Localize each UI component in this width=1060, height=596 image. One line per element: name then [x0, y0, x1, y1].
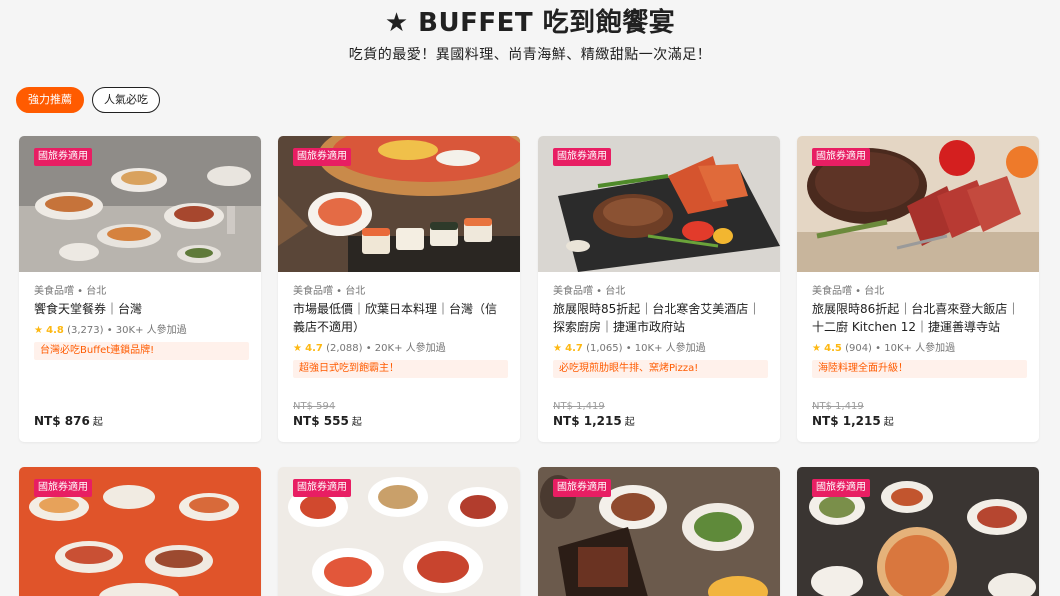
travel-voucher-badge: 國旅券適用 — [34, 148, 92, 166]
product-card[interactable]: 國旅券適用 — [797, 467, 1039, 596]
product-category: 美食品嚐 • 台北 — [812, 286, 885, 297]
star-icon: ★ — [293, 343, 302, 354]
product-title[interactable]: 旅展限時85折起｜台北寒舍艾美酒店｜探索廚房｜捷運市政府站 — [553, 300, 768, 336]
product-card[interactable]: 國旅券適用 — [19, 467, 261, 596]
original-price: NT$ 1,419 — [812, 401, 864, 412]
product-card[interactable]: 國旅券適用 — [538, 467, 780, 596]
price: NT$ 1,215 起 — [553, 413, 635, 428]
price-suffix: 起 — [92, 417, 103, 428]
price-value: NT$ 1,215 — [812, 414, 881, 428]
promo-tag: 台灣必吃Buffet連鎖品牌! — [34, 342, 249, 360]
price-suffix: 起 — [351, 417, 362, 428]
product-category: 美食品嚐 • 台北 — [553, 286, 626, 297]
product-card[interactable]: 國旅券適用 美食品嚐 • 台北 市場最低價｜欣葉日本料理｜台灣（信義店不適用） … — [278, 136, 520, 442]
promo-tag: 超強日式吃到飽霸主！ — [293, 360, 508, 378]
booked-count: 10K+ 人參加過 — [634, 343, 706, 354]
separator: • — [875, 343, 882, 354]
separator: • — [365, 343, 372, 354]
rating-score: 4.7 — [305, 343, 323, 354]
travel-voucher-badge: 國旅券適用 — [812, 148, 870, 166]
product-title[interactable]: 旅展限時86折起｜台北喜來登大飯店｜十二廚 Kitchen 12｜捷運善導寺站 — [812, 300, 1027, 336]
filter-tabs: 強力推薦 人氣必吃 — [16, 87, 160, 113]
price-area: NT$ 1,419 NT$ 1,215 起 — [553, 401, 635, 428]
price-area: NT$ 876 起 — [34, 413, 103, 428]
product-card[interactable]: 國旅券適用 美食品嚐 • 台北 旅展限時86折起｜台北喜來登大飯店｜十二廚 Ki… — [797, 136, 1039, 442]
rating-score: 4.7 — [565, 343, 583, 354]
separator: • — [625, 343, 632, 354]
travel-voucher-badge: 國旅券適用 — [293, 479, 351, 497]
product-rating: ★ 4.5 (904) • 10K+ 人參加過 — [812, 339, 1027, 354]
price-value: NT$ 1,215 — [553, 414, 622, 428]
price: NT$ 876 起 — [34, 413, 103, 428]
star-icon: ★ — [553, 343, 562, 354]
product-category: 美食品嚐 • 台北 — [34, 286, 107, 297]
product-rating: ★ 4.7 (1,065) • 10K+ 人參加過 — [553, 339, 768, 354]
product-image: 國旅券適用 — [538, 136, 780, 272]
page-title: ★ BUFFET 吃到飽饗宴 — [384, 8, 676, 38]
separator: • — [106, 325, 113, 336]
page-subtitle: 吃貨的最愛！異國料理、尚青海鮮、精緻甜點一次滿足！ — [348, 47, 712, 63]
price-suffix: 起 — [624, 417, 635, 428]
promo-tag: 必吃現煎肋眼牛排、窯烤Pizza! — [553, 360, 768, 378]
travel-voucher-badge: 國旅券適用 — [293, 148, 351, 166]
booked-count: 10K+ 人參加過 — [884, 343, 956, 354]
travel-voucher-badge: 國旅券適用 — [812, 479, 870, 497]
rating-score: 4.5 — [824, 343, 842, 354]
product-title[interactable]: 市場最低價｜欣葉日本料理｜台灣（信義店不適用） — [293, 300, 508, 336]
review-count: (904) — [845, 343, 872, 354]
price-value: NT$ 876 — [34, 414, 90, 428]
price-value: NT$ 555 — [293, 414, 349, 428]
star-icon: ★ — [812, 343, 821, 354]
star-icon: ★ — [34, 325, 43, 336]
price-area: NT$ 594 NT$ 555 起 — [293, 401, 362, 428]
product-image: 國旅券適用 — [278, 467, 520, 596]
review-count: (3,273) — [67, 325, 104, 336]
product-image: 國旅券適用 — [797, 136, 1039, 272]
product-card[interactable]: 國旅券適用 — [278, 467, 520, 596]
price: NT$ 555 起 — [293, 413, 362, 428]
product-title[interactable]: 饗食天堂餐券｜台灣 — [34, 300, 249, 318]
promo-tag: 海陸料理全面升級！ — [812, 360, 1027, 378]
product-rating: ★ 4.7 (2,088) • 20K+ 人參加過 — [293, 339, 508, 354]
product-image: 國旅券適用 — [797, 467, 1039, 596]
original-price: NT$ 1,419 — [553, 401, 605, 412]
product-card[interactable]: 國旅券適用 美食品嚐 • 台北 饗食天堂餐券｜台灣 ★ 4.8 (3,273) … — [19, 136, 261, 442]
product-image: 國旅券適用 — [19, 136, 261, 272]
product-card[interactable]: 國旅券適用 美食品嚐 • 台北 旅展限時85折起｜台北寒舍艾美酒店｜探索廚房｜捷… — [538, 136, 780, 442]
product-rating: ★ 4.8 (3,273) • 30K+ 人參加過 — [34, 321, 249, 336]
product-category: 美食品嚐 • 台北 — [293, 286, 366, 297]
product-image: 國旅券適用 — [19, 467, 261, 596]
travel-voucher-badge: 國旅券適用 — [553, 148, 611, 166]
review-count: (2,088) — [326, 343, 363, 354]
price-area: NT$ 1,419 NT$ 1,215 起 — [812, 401, 894, 428]
tab-popular[interactable]: 人氣必吃 — [92, 87, 160, 113]
travel-voucher-badge: 國旅券適用 — [34, 479, 92, 497]
product-image: 國旅券適用 — [538, 467, 780, 596]
original-price: NT$ 594 — [293, 401, 336, 412]
booked-count: 20K+ 人參加過 — [374, 343, 446, 354]
rating-score: 4.8 — [46, 325, 64, 336]
booked-count: 30K+ 人參加過 — [115, 325, 187, 336]
price: NT$ 1,215 起 — [812, 413, 894, 428]
review-count: (1,065) — [586, 343, 623, 354]
price-suffix: 起 — [883, 417, 894, 428]
travel-voucher-badge: 國旅券適用 — [553, 479, 611, 497]
tab-recommended[interactable]: 強力推薦 — [16, 87, 84, 113]
product-image: 國旅券適用 — [278, 136, 520, 272]
